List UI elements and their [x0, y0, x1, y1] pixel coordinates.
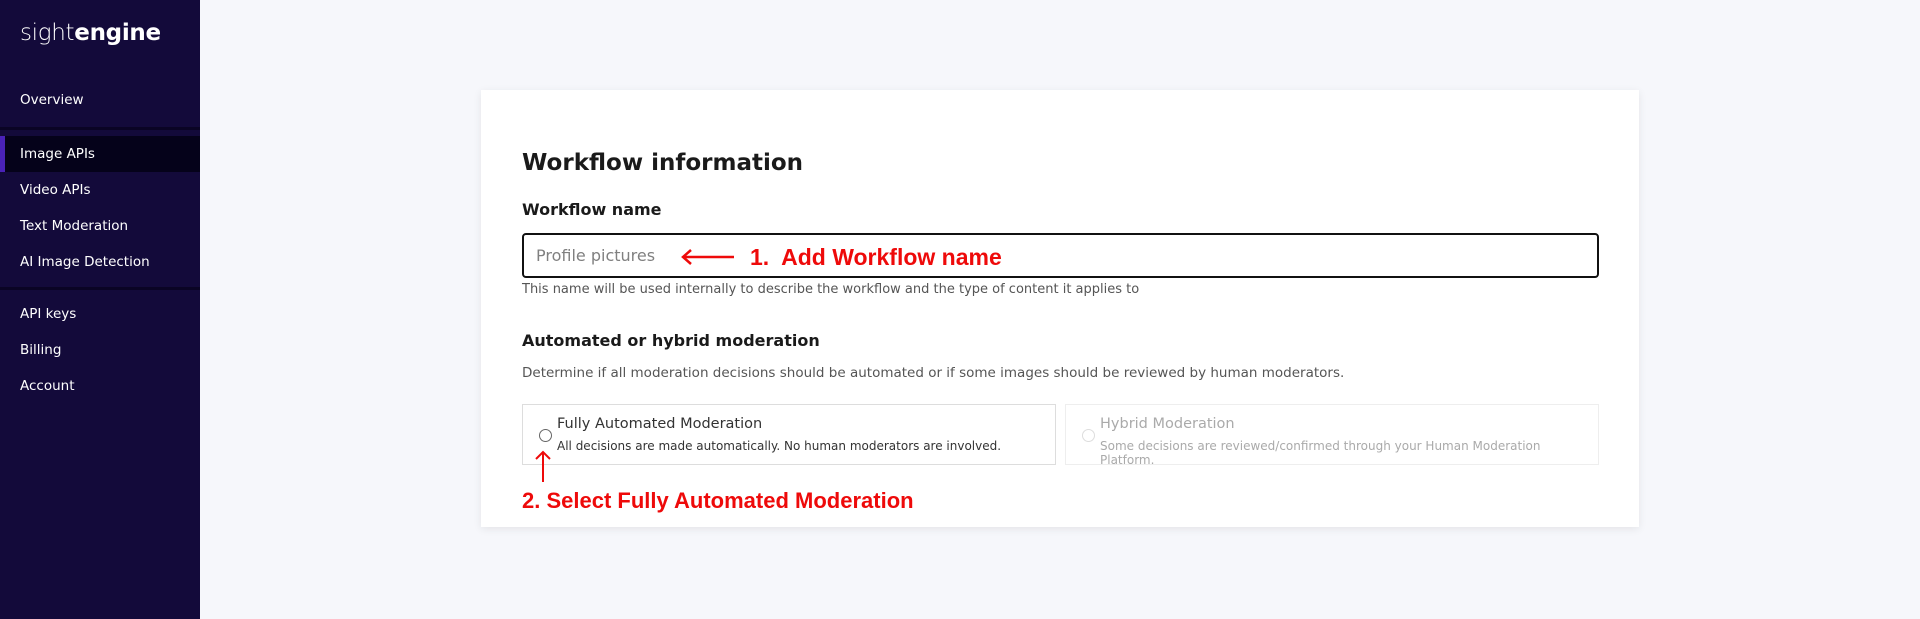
moderation-section-desc: Determine if all moderation decisions sh… [522, 365, 1345, 381]
sidebar-item-video-apis[interactable]: Video APIs [0, 172, 200, 208]
option-hybrid: Hybrid Moderation Some decisions are rev… [1065, 404, 1599, 467]
sidebar-item-billing[interactable]: Billing [0, 332, 200, 368]
sidebar-divider [0, 127, 200, 130]
sidebar-item-label: Billing [20, 342, 62, 358]
sidebar-item-api-keys[interactable]: API keys [0, 296, 200, 332]
annotation-step-2: 2. Select Fully Automated Moderation [522, 488, 914, 513]
logo[interactable]: sightengine [20, 20, 161, 46]
sidebar-item-text-moderation[interactable]: Text Moderation [0, 208, 200, 244]
workflow-name-label: Workflow name [522, 200, 662, 219]
sidebar-item-label: Overview [20, 92, 84, 108]
workflow-card: Workflow information Workflow name This … [481, 90, 1639, 527]
sidebar-item-label: Account [20, 378, 75, 394]
sidebar-item-label: Text Moderation [20, 218, 129, 234]
sidebar-item-label: Video APIs [20, 182, 91, 198]
workflow-name-help: This name will be used internally to des… [522, 282, 1140, 297]
arrow-up-icon [535, 450, 551, 482]
option-desc: All decisions are made automatically. No… [557, 439, 1002, 453]
option-desc: Some decisions are reviewed/confirmed th… [1100, 439, 1541, 467]
option-title: Hybrid Moderation [1100, 416, 1235, 432]
sidebar-item-label: Image APIs [20, 146, 95, 162]
radio-fully-automated[interactable] [539, 429, 552, 442]
annotation-step-1: 1. Add Workflow name [750, 244, 1002, 270]
moderation-section-title: Automated or hybrid moderation [522, 331, 820, 350]
logo-light: sight [20, 20, 75, 46]
logo-bold: engine [74, 20, 161, 46]
sidebar-divider [0, 287, 200, 290]
radio-hybrid [1082, 429, 1095, 442]
option-title: Fully Automated Moderation [557, 416, 763, 432]
sidebar-item-overview[interactable]: Overview [0, 82, 200, 118]
sidebar-item-label: API keys [20, 306, 77, 322]
option-fully-automated[interactable]: Fully Automated Moderation All decisions… [522, 404, 1056, 465]
card-title: Workflow information [522, 150, 804, 176]
sidebar-item-label: AI Image Detection [20, 254, 150, 270]
arrow-left-icon [681, 249, 734, 265]
sidebar-item-account[interactable]: Account [0, 368, 200, 404]
sidebar-item-image-apis[interactable]: Image APIs [0, 136, 200, 172]
sidebar: sightengine Overview Image APIs Video AP… [0, 0, 200, 619]
sidebar-item-ai-image-detection[interactable]: AI Image Detection [0, 244, 200, 280]
